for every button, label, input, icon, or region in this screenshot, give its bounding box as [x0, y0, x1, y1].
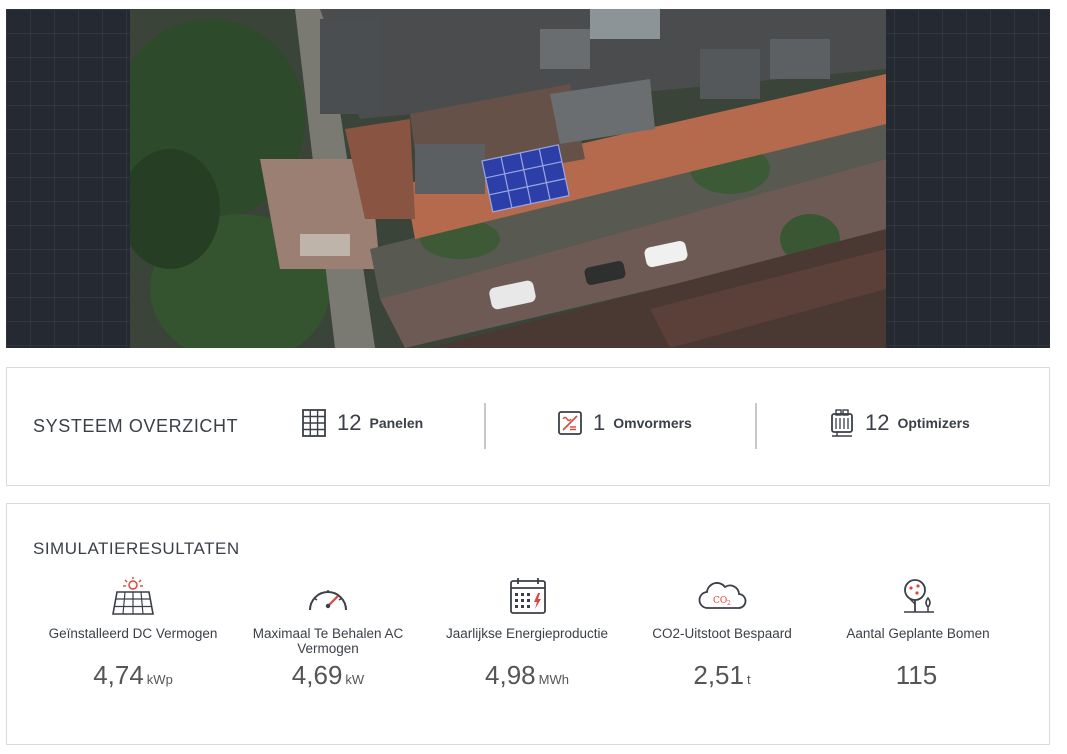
annual-energy-production: Jaarlijkse Energieproductie 4,98 MWh [427, 576, 627, 691]
co2-emission-saved-value-row: 2,51 t [622, 660, 822, 691]
co2-emission-saved: CO 2 CO2-Uitstoot Bespaard 2,51 t [622, 576, 822, 691]
annual-energy-production-unit: MWh [538, 672, 569, 687]
max-ac-power-value: 4,69 [291, 660, 343, 690]
installed-dc-power-unit: kWp [146, 672, 173, 687]
inverters-label: Omvormers [613, 415, 692, 431]
annual-energy-production-label: Jaarlijkse Energieproductie [445, 626, 609, 641]
aerial-satellite-image [130, 9, 886, 348]
planted-trees: Aantal Geplante Bomen 115 [818, 576, 1018, 691]
planted-trees-label: Aantal Geplante Bomen [846, 626, 990, 641]
inverters-count: 1 [593, 410, 606, 435]
annual-energy-production-value: 4,98 [485, 660, 536, 690]
max-ac-power-value-row: 4,69 kW [228, 660, 428, 691]
overview-optimizers: 12 Optimizers [829, 408, 970, 438]
installed-dc-power: Geïnstalleerd DC Vermogen 4,74 kWp [33, 576, 233, 691]
max-ac-power-unit: kW [345, 672, 365, 687]
installed-dc-power-value: 4,74 [93, 660, 144, 690]
overview-inverters: 1 Omvormers [557, 408, 692, 438]
calendar-energy-icon [510, 578, 546, 614]
installed-dc-power-value-row: 4,74 kWp [33, 660, 233, 691]
solar-panel-grid-icon [302, 409, 326, 437]
planted-trees-value: 115 [895, 660, 938, 690]
co2-emission-saved-value: 2,51 [693, 660, 744, 690]
co2-cloud-icon: CO 2 [698, 582, 747, 609]
panels-label: Panelen [369, 415, 424, 431]
simulation-results-card: SIMULATIERESULTATEN Geïnstalleerd DC Ver… [6, 503, 1050, 745]
inverter-icon [558, 411, 582, 435]
divider [484, 403, 486, 449]
trees-icon [904, 579, 934, 613]
max-ac-power-label: Maximaal Te Behalen AC Vermogen [252, 626, 404, 656]
panels-count: 12 [337, 410, 362, 435]
planted-trees-value-row: 115 [818, 660, 1018, 691]
annual-energy-production-value-row: 4,98 MWh [427, 660, 627, 691]
simulation-results-title: SIMULATIERESULTATEN [33, 539, 240, 558]
optimizers-count: 12 [865, 410, 890, 435]
svg-text:CO: CO [713, 596, 727, 606]
overview-panels: 12 Panelen [301, 408, 423, 438]
roof-map-viewer[interactable] [6, 9, 1050, 348]
optimizers-label: Optimizers [897, 415, 970, 431]
max-ac-power: Maximaal Te Behalen AC Vermogen 4,69 kW [228, 576, 428, 691]
optimizer-icon [831, 409, 853, 437]
system-overview-card: SYSTEEM OVERZICHT 12 Panelen 1 Omvormers [6, 367, 1050, 486]
svg-text:2: 2 [727, 600, 731, 607]
system-overview-title: SYSTEEM OVERZICHT [33, 416, 239, 436]
co2-emission-saved-label: CO2-Uitstoot Bespaard [652, 626, 792, 641]
solar-array-sun-icon [112, 577, 154, 615]
co2-emission-saved-unit: t [746, 672, 751, 687]
installed-dc-power-label: Geïnstalleerd DC Vermogen [48, 626, 218, 641]
speedometer-icon [309, 590, 347, 611]
divider [755, 403, 757, 449]
